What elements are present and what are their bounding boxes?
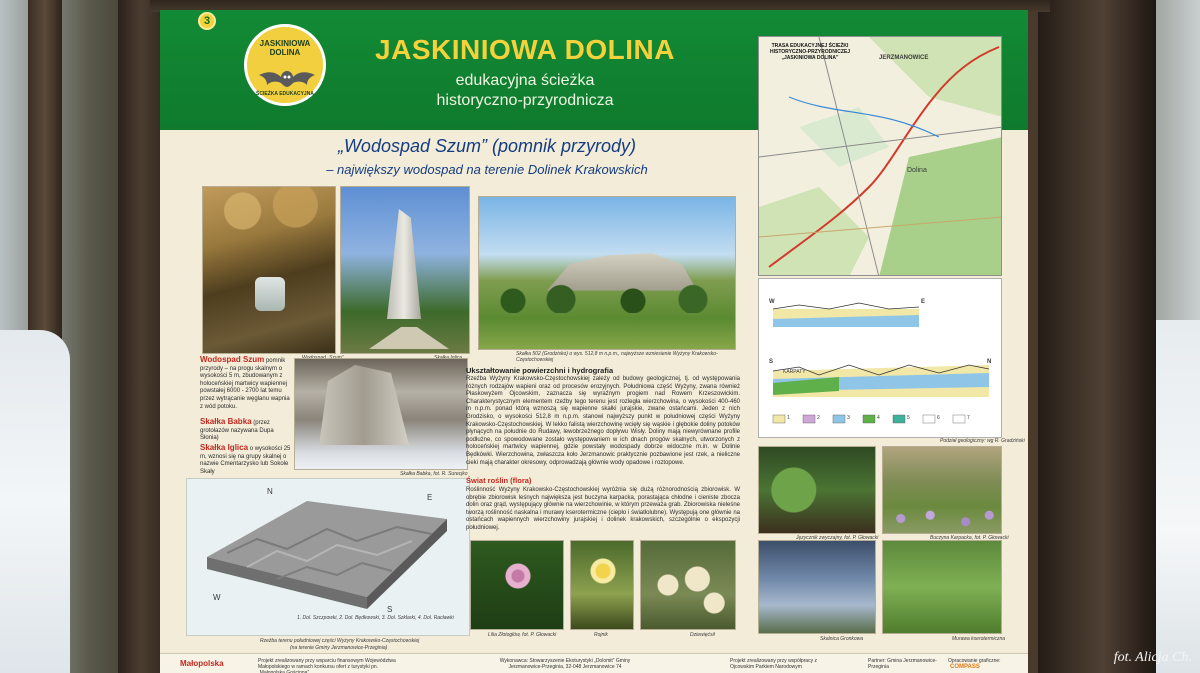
photo-watermark: fot. Alicja Ch. [1113, 650, 1192, 665]
section-subtitle: – największy wodospad na terenie Dolinek… [326, 162, 648, 177]
babka-text: Skałka Babka (przez grotołazów nazywana … [200, 418, 294, 443]
malopolska-logo: Małopolska [180, 659, 224, 668]
forest-flowers [883, 502, 1001, 533]
footer-partner-park: Projekt zrealizowany przy współpracy z O… [730, 658, 817, 670]
relief-east: E [427, 493, 433, 502]
bat-icon [259, 71, 315, 87]
section-title: „Wodospad Szum” (pomnik przyrody) [337, 136, 637, 156]
board-title: JASKINIOWA DOLINA [375, 34, 675, 65]
iglica-name: Skałka Iglica [200, 443, 249, 452]
carline-thistle-flowers [647, 561, 731, 621]
relief-north: N [267, 487, 273, 496]
logo-top-text: JASKINIOWA DOLINA [259, 39, 311, 57]
meadow-caption: Murawa kserotermiczna [952, 636, 1006, 642]
relief-legend: 1. Dol. Szczpowki, 2. Dol. Będkowski, 3.… [297, 615, 454, 621]
logo-bottom-text: ŚCIEŻKA EDUKACYJNA [256, 91, 314, 97]
saxifrage-caption: Skalnica Gronkowa [820, 636, 864, 642]
snow-ground-left [0, 330, 70, 673]
waterfall-name: Wodospad Szum [200, 355, 265, 364]
hill-caption: Skałka 502 (Grodzisko) o wys. 512,8 m n.… [516, 351, 718, 363]
map-place-mid: Dolina [907, 167, 927, 174]
legend-1: 1 [787, 415, 790, 421]
relief-caption-1: Rzeźba terenu południowej części Wyżyny … [260, 638, 420, 644]
trail-logo: JASKINIOWA DOLINA ŚCIEŻKA EDUKACYJNA [244, 24, 326, 106]
profile-south: S [769, 359, 774, 365]
profile-west: W [769, 299, 775, 305]
babka-name: Skałka Babka [200, 417, 252, 426]
profiles-caption: Podział geologiczny: wg R. Gradziński [940, 438, 1025, 444]
gorge-caption: Skałka Babka, fot. R. Surecjko [400, 471, 468, 477]
profile-north: N [987, 359, 992, 365]
subtitle-line-1: edukacyjna ścieżka [455, 72, 595, 89]
legend-5: 5 [907, 415, 910, 421]
autumn-leaves [203, 187, 335, 247]
lily-flower [501, 559, 535, 593]
legend-6: 6 [937, 415, 940, 421]
cross-section-icon [772, 302, 990, 424]
trail-map: TRASA EDUKACYJNEJ ŚCIEŻKI HISTORYCZNO-PR… [758, 36, 1002, 276]
map-title: TRASA EDUKACYJNEJ ŚCIEŻKI HISTORYCZNO-PR… [769, 43, 850, 61]
compass-logo: COMPASS [950, 664, 980, 670]
footer-partner-gmina: Partner: Gmina Jerzmanowice-Przeginia [868, 658, 937, 670]
iglica-text: Skałka Iglica o wysokości 25 m, wznosi s… [200, 444, 294, 476]
profile-karpaty-label: KARPATY [783, 369, 806, 375]
saxifrage-photo [758, 540, 876, 634]
gorge-photo [294, 358, 468, 470]
board-subtitle: edukacyjna ścieżka historyczno-przyrodni… [390, 71, 660, 111]
fern-photo [758, 446, 876, 534]
waterfall-photo [202, 186, 336, 354]
houseleek-caption: Rojnik [594, 632, 608, 638]
wooden-post-right [1038, 0, 1156, 673]
flora-heading: Świat roślin (flora) [466, 476, 532, 485]
waterfall-description: pomnik przyrody – na progu skalnym o wys… [200, 358, 290, 410]
legend-2: 2 [817, 415, 820, 421]
subtitle-line-2: historyczno-przyrodnicza [436, 92, 614, 109]
carline-thistle-photo [640, 540, 736, 630]
beech-forest-photo [882, 446, 1002, 534]
flora-text: Roślinność Wyżyny Krakowsko-Częstochowsk… [466, 487, 740, 531]
legend-4: 4 [877, 415, 880, 421]
geology-heading: Ukształtowanie powierzchni i hydrografia [466, 366, 614, 375]
carline-thistle-caption: Dziewięćsił [690, 632, 715, 638]
profile-east: E [921, 299, 926, 305]
footpath [369, 327, 449, 349]
lily-caption: Lilia Złotogłów, fot. P. Głowacki [488, 632, 557, 638]
terrain-relief-model: N E S W 1. Dol. Szczpowki, 2. Dol. Będko… [186, 478, 470, 636]
map-drawing-icon [759, 37, 1001, 275]
geology-text: Rzeźba Wyżyny Krakowsko-Częstochowskiej … [466, 376, 740, 466]
geological-profiles: W E S N KARPATY 1 2 3 4 5 6 7 [758, 278, 1002, 438]
footer-sponsor: Projekt zrealizowany przy wsparciu finan… [258, 658, 396, 673]
legend-7: 7 [967, 415, 970, 421]
information-board: 3 JASKINIOWA DOLINA ŚCIEŻKA EDUKACYJNA J… [160, 10, 1028, 673]
relief-south: S [387, 605, 393, 614]
houseleek-photo [570, 540, 634, 630]
hill-photo [478, 196, 736, 350]
lily-photo [470, 540, 564, 630]
board-footer: Małopolska Projekt zrealizowany przy wsp… [160, 653, 1028, 673]
rock-needle [387, 209, 421, 319]
relief-west: W [213, 593, 221, 602]
rock-wall [319, 365, 409, 445]
map-place-top: JERZMANOWICE [879, 55, 929, 61]
stop-number-badge: 3 [198, 12, 216, 30]
relief-caption-2: (na terenie Gminy Jerzmanowice-Przeginia… [290, 645, 388, 651]
legend-3: 3 [847, 415, 850, 421]
footer-contractor: Wykonawca: Stowarzyszenie Ekoturystyki „… [499, 658, 631, 670]
tree-line [489, 283, 729, 313]
xerothermic-meadow-photo [882, 540, 1002, 634]
waterfall-stream [255, 277, 285, 311]
waterfall-text: Wodospad Szum pomnik przyrody – na progu… [200, 356, 294, 411]
houseleek-flower [587, 555, 619, 587]
rock-needle-photo [340, 186, 470, 354]
relief-3d-icon [207, 501, 447, 609]
